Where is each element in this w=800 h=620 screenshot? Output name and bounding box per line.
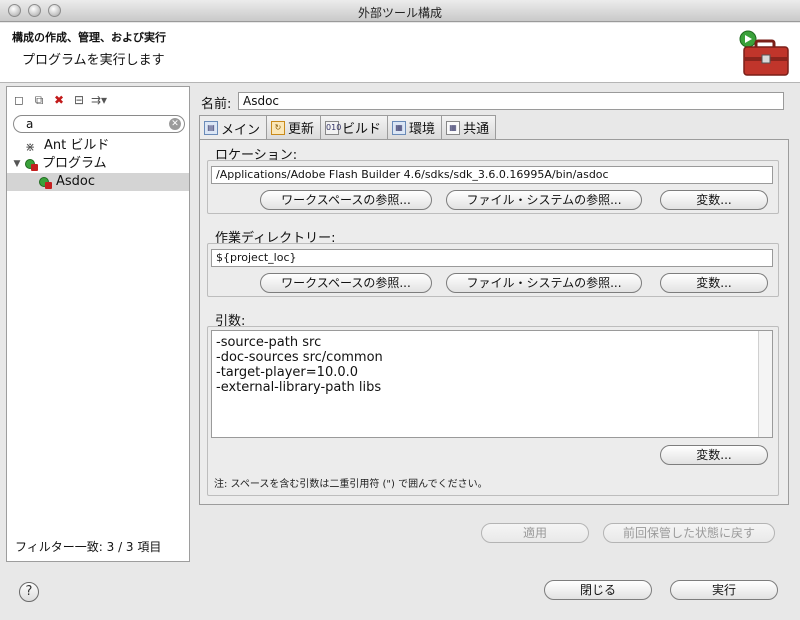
tab-label: 共通 xyxy=(463,122,490,137)
help-icon[interactable]: ? xyxy=(19,582,39,602)
tab-label: ビルド xyxy=(342,122,382,137)
tab-build[interactable]: 010 ビルド xyxy=(320,115,389,139)
tree-item-ant-build[interactable]: ⋇ Ant ビルド xyxy=(7,137,189,155)
collapse-all-icon[interactable]: ⊟ xyxy=(71,92,87,108)
tab-label: メイン xyxy=(221,122,261,138)
config-tabs: ▤ メイン ↻ 更新 010 ビルド ▦ 環境 ▦ 共通 xyxy=(199,115,497,140)
location-browse-filesystem-button[interactable]: ファイル・システムの参照... xyxy=(446,190,642,210)
config-toolbar: ◻ ⧉ ✖ ⊟ ⇉▾ xyxy=(11,91,107,109)
apply-button[interactable]: 適用 xyxy=(481,523,589,543)
arguments-textarea[interactable]: -source-path src -doc-sources src/common… xyxy=(211,330,773,438)
workdir-browse-filesystem-button[interactable]: ファイル・システムの参照... xyxy=(446,273,642,293)
tree-item-label: プログラム xyxy=(42,156,107,171)
ant-icon: ⋇ xyxy=(25,140,36,154)
tree-item-label: Ant ビルド xyxy=(44,138,110,153)
expand-triangle-icon[interactable]: ▼ xyxy=(11,155,23,173)
arguments-note: 注: スペースを含む引数は二重引用符 (") で囲んでください。 xyxy=(214,479,488,490)
tree-item-asdoc[interactable]: Asdoc xyxy=(7,173,189,191)
environment-tab-icon: ▦ xyxy=(392,120,407,135)
common-tab-icon: ▦ xyxy=(446,120,461,135)
toolbox-run-icon xyxy=(739,30,789,76)
arguments-variables-button[interactable]: 変数... xyxy=(660,445,768,465)
run-button[interactable]: 実行 xyxy=(670,580,778,600)
argument-line: -target-player=10.0.0 xyxy=(216,365,359,380)
tab-environment[interactable]: ▦ 環境 xyxy=(387,115,443,139)
argument-line: -source-path src xyxy=(216,335,322,350)
refresh-tab-icon: ↻ xyxy=(271,120,286,135)
location-variables-button[interactable]: 変数... xyxy=(660,190,768,210)
duplicate-icon[interactable]: ⧉ xyxy=(31,92,47,108)
tab-label: 更新 xyxy=(288,122,315,137)
filter-input[interactable]: a ✕ xyxy=(13,115,185,133)
location-browse-workspace-button[interactable]: ワークスペースの参照... xyxy=(260,190,432,210)
window-title: 外部ツール構成 xyxy=(357,6,442,20)
header-subtitle: プログラムを実行します xyxy=(22,53,165,68)
header-title: 構成の作成、管理、および実行 xyxy=(12,31,166,44)
program-icon xyxy=(23,156,39,172)
argument-line: -external-library-path libs xyxy=(216,380,382,395)
configuration-list-panel: ◻ ⧉ ✖ ⊟ ⇉▾ a ✕ ⋇ Ant ビルド ▼ プログラム Asdoc フ… xyxy=(6,86,190,562)
revert-button[interactable]: 前回保管した状態に戻す xyxy=(603,523,775,543)
working-directory-input[interactable]: ${project_loc} xyxy=(211,249,773,267)
name-input[interactable]: Asdoc xyxy=(238,92,784,110)
dialog-header: 構成の作成、管理、および実行 プログラムを実行します xyxy=(0,23,800,83)
tab-common[interactable]: ▦ 共通 xyxy=(441,115,497,139)
window-titlebar: 外部ツール構成 xyxy=(0,0,800,22)
location-input[interactable]: /Applications/Adobe Flash Builder 4.6/sd… xyxy=(211,166,773,184)
filter-match-status: フィルター一致: 3 / 3 項目 xyxy=(15,540,162,554)
filter-input-value: a xyxy=(26,117,34,131)
close-button[interactable]: 閉じる xyxy=(544,580,652,600)
clear-filter-icon[interactable]: ✕ xyxy=(169,118,181,130)
main-tab-icon: ▤ xyxy=(204,121,218,135)
build-tab-icon: 010 xyxy=(325,120,341,135)
tab-label: 環境 xyxy=(409,122,436,137)
new-config-icon[interactable]: ◻ xyxy=(11,92,27,108)
program-config-icon xyxy=(37,174,53,190)
argument-line: -doc-sources src/common xyxy=(216,350,383,365)
configuration-tree: ⋇ Ant ビルド ▼ プログラム Asdoc xyxy=(7,137,189,191)
arguments-scrollbar[interactable] xyxy=(758,331,772,437)
tree-item-program[interactable]: ▼ プログラム xyxy=(7,155,189,173)
delete-icon[interactable]: ✖ xyxy=(51,92,67,108)
filter-menu-icon[interactable]: ⇉▾ xyxy=(91,92,107,108)
tab-refresh[interactable]: ↻ 更新 xyxy=(266,115,322,139)
workdir-browse-workspace-button[interactable]: ワークスペースの参照... xyxy=(260,273,432,293)
workdir-variables-button[interactable]: 変数... xyxy=(660,273,768,293)
tab-main[interactable]: ▤ メイン xyxy=(199,115,268,140)
name-label: 名前: xyxy=(201,97,232,112)
tree-item-label: Asdoc xyxy=(56,174,96,189)
